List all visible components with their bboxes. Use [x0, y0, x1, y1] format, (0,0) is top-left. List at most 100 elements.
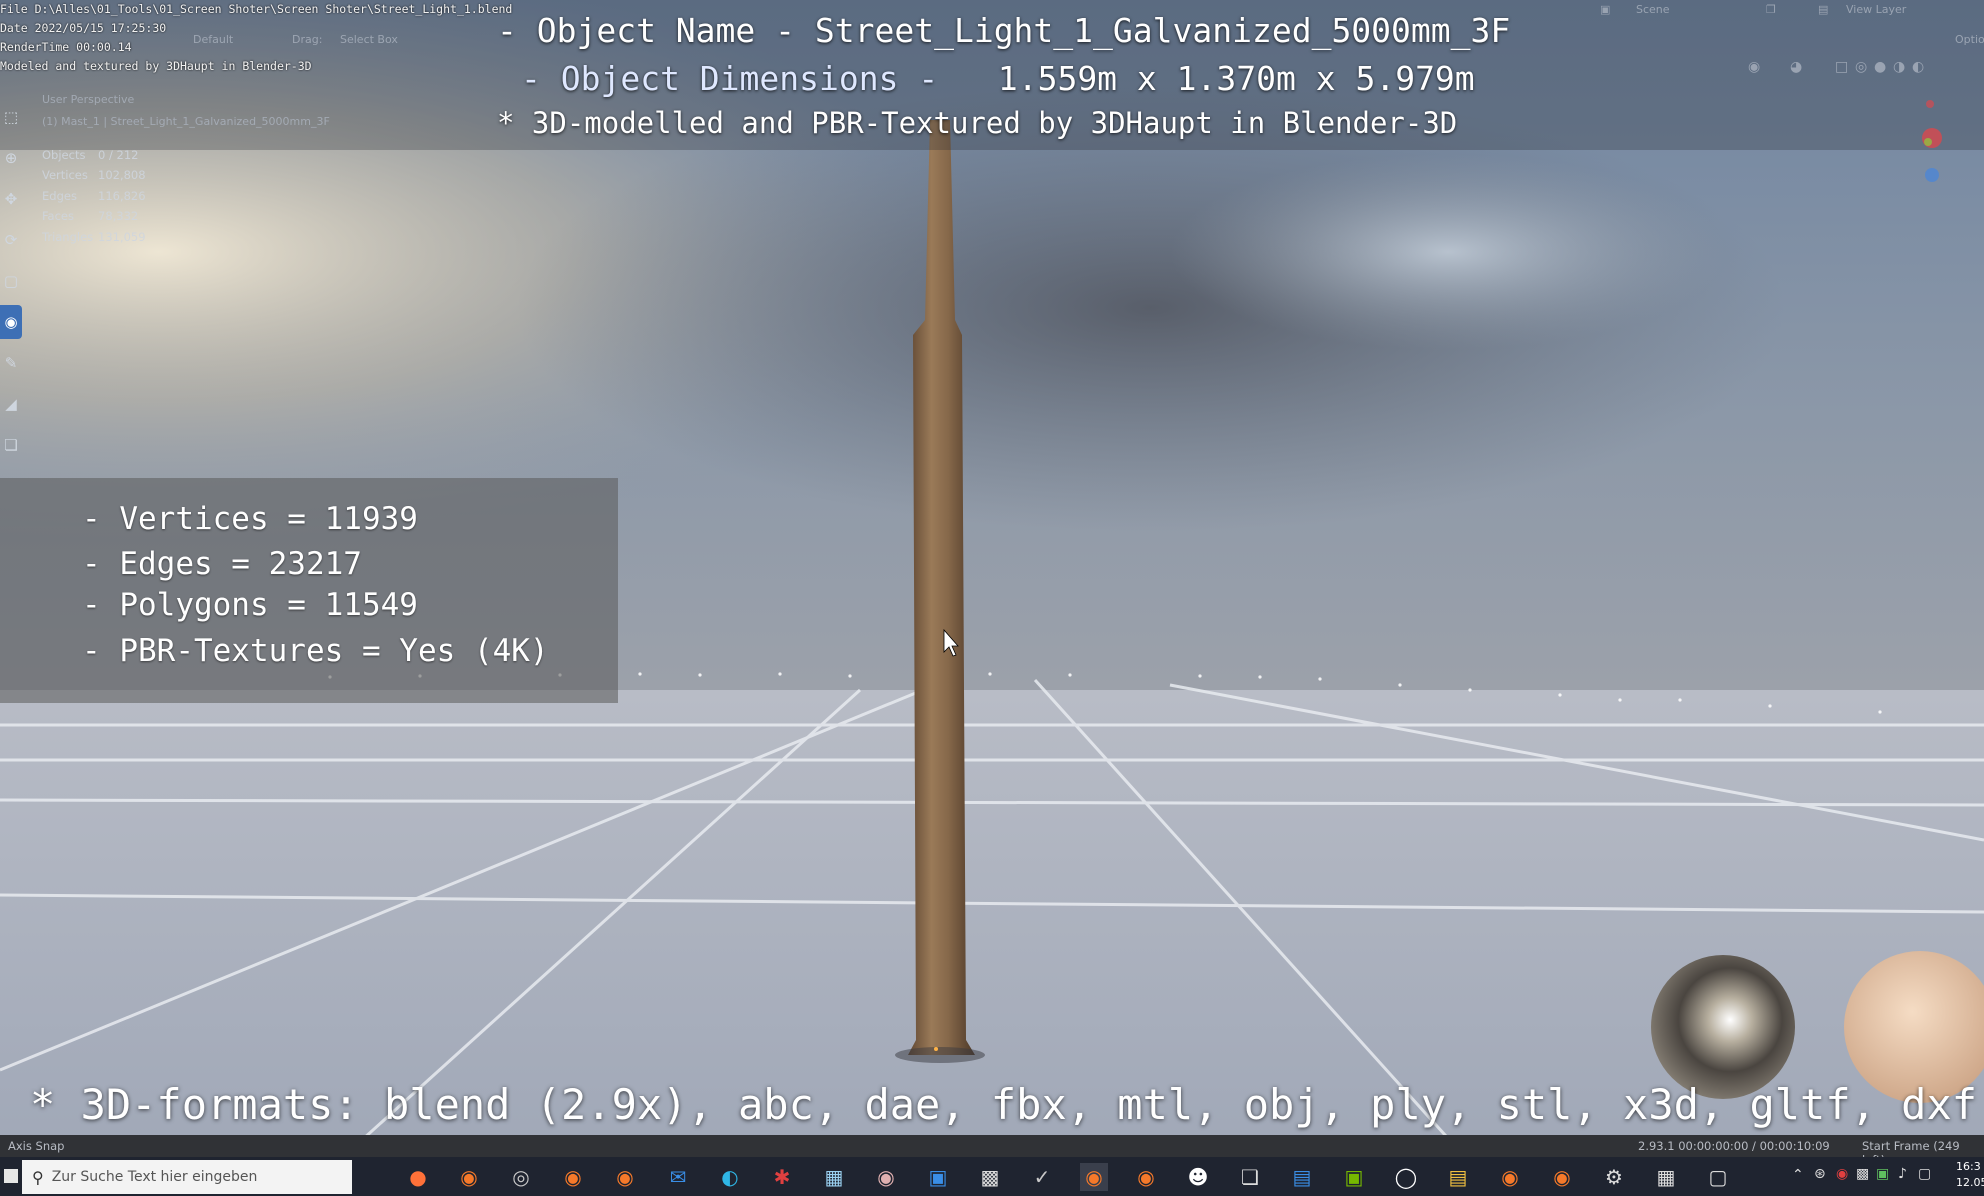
blender-icon[interactable]: ◉ — [611, 1163, 639, 1191]
search-icon: ⚲ — [32, 1167, 44, 1187]
left-toolbar: ⬚ ⊕ ✥ ⟳ ▢ ◉ ✎ ◢ ❏ — [0, 100, 22, 469]
blender-icon[interactable]: ◉ — [455, 1163, 483, 1191]
language-icon[interactable]: ▢ — [1918, 1166, 1931, 1182]
rendered-shading-icon[interactable]: ◐ — [1912, 59, 1924, 75]
clock-time[interactable]: 16:3 — [1956, 1160, 1981, 1173]
credit-info-line: Modeled and textured by 3DHaupt in Blend… — [0, 59, 312, 73]
date-line: Date 2022/05/15 17:25:30 — [0, 21, 167, 35]
axis-gizmo-z[interactable] — [1925, 168, 1939, 182]
app-icon[interactable]: ✓ — [1028, 1163, 1056, 1191]
stat-triangles: Triangles 131,059 — [42, 230, 146, 244]
blender-icon[interactable]: ◉ — [1548, 1163, 1576, 1191]
terminal-icon[interactable]: ▩ — [976, 1163, 1004, 1191]
obs-icon[interactable]: ◎ — [507, 1163, 535, 1191]
app-icon[interactable]: ▦ — [1652, 1163, 1680, 1191]
chevron-up-icon[interactable]: ⌃ — [1792, 1167, 1804, 1183]
drag-mode-dropdown[interactable]: Select Box — [340, 33, 398, 46]
measure-icon[interactable]: ◢ — [0, 387, 22, 421]
stat-value: 131,059 — [98, 230, 146, 244]
clock-date[interactable]: 12.05 — [1956, 1176, 1984, 1189]
add-cube-icon[interactable]: ❏ — [0, 428, 22, 462]
collection-line: (1) Mast_1 | Street_Light_1_Galvanized_5… — [42, 115, 330, 128]
rendertime-line: RenderTime 00:00.14 — [0, 40, 132, 54]
folder-icon[interactable]: ▤ — [1444, 1163, 1472, 1191]
stat-value: 0 / 212 — [98, 148, 139, 162]
status-left: Axis Snap — [8, 1139, 65, 1153]
cube-icon[interactable]: ❏ — [1236, 1163, 1264, 1191]
app-icon[interactable]: ▦ — [820, 1163, 848, 1191]
xray-icon[interactable]: □ — [1835, 59, 1848, 75]
move-icon[interactable]: ✥ — [0, 182, 22, 216]
mail-icon[interactable]: ✉ — [664, 1163, 692, 1191]
orientation-dropdown[interactable]: Default — [193, 33, 233, 46]
cursor-icon[interactable]: ⊕ — [0, 141, 22, 175]
edge-icon[interactable]: ◐ — [716, 1163, 744, 1191]
solid-shading-icon[interactable]: ● — [1874, 59, 1886, 75]
file-path-line: File D:\Alles\01_Tools\01_Screen Shoter\… — [0, 2, 513, 16]
formats-line: * 3D-formats: blend (2.9x), abc, dae, fb… — [30, 1080, 1978, 1129]
view-layer-selector[interactable]: View Layer — [1846, 3, 1906, 16]
windows-taskbar: ⚲ Zur Suche Text hier eingeben ● ◉ ◎ ◉ ◉… — [0, 1157, 1984, 1196]
app-icon[interactable]: ▣ — [924, 1163, 952, 1191]
taskbar-search-box[interactable]: ⚲ Zur Suche Text hier eingeben — [22, 1160, 352, 1194]
tray-app-icon[interactable]: ▣ — [1876, 1166, 1889, 1182]
nvidia-icon[interactable]: ▣ — [1340, 1163, 1368, 1191]
status-bar: Axis Snap 2.93.1 00:00:00:00 / 00:00:10:… — [0, 1135, 1984, 1167]
scene-selector[interactable]: Scene — [1636, 3, 1670, 16]
battery-icon[interactable]: ▩ — [1856, 1166, 1869, 1182]
modelled-by-line: * 3D-modelled and PBR-Textured by 3DHaup… — [497, 106, 1458, 140]
app-icon[interactable]: ✱ — [768, 1163, 796, 1191]
dimensions-label: - Object Dimensions - — [521, 59, 939, 98]
stat-value: 102,808 — [98, 168, 146, 182]
stat-label: Faces — [42, 209, 74, 223]
gizmo-toggle-icon[interactable]: ◕ — [1790, 59, 1802, 75]
blender-icon[interactable]: ◉ — [559, 1163, 587, 1191]
stat-value: 116,826 — [98, 189, 146, 203]
copy-icon[interactable]: ❐ — [1766, 3, 1776, 16]
stat-value: 78,332 — [98, 209, 139, 223]
transform-icon[interactable]: ◉ — [0, 305, 22, 339]
stat-label: Edges — [42, 189, 77, 203]
mesh-stat-polygons: - Polygons = 11549 — [82, 587, 418, 623]
material-shading-icon[interactable]: ◑ — [1893, 59, 1905, 75]
view-layer-icon[interactable]: ▤ — [1818, 3, 1828, 16]
speaker-icon[interactable]: ♪ — [1898, 1166, 1907, 1182]
stat-label: Objects — [42, 148, 86, 162]
start-icon[interactable] — [4, 1169, 18, 1183]
drag-label: Drag: — [292, 33, 323, 46]
search-placeholder: Zur Suche Text hier eingeben — [51, 1169, 258, 1185]
overlay-toggle-icon[interactable]: ◉ — [1748, 59, 1760, 75]
select-box-icon[interactable]: ⬚ — [0, 100, 22, 134]
stat-vertices: Vertices 102,808 — [42, 168, 146, 182]
blender-icon[interactable]: ◉ — [1496, 1163, 1524, 1191]
firefox-icon[interactable]: ● — [404, 1163, 432, 1191]
scene-icon[interactable]: ▣ — [1600, 3, 1610, 16]
app-icon[interactable]: ▢ — [1704, 1163, 1732, 1191]
wireframe-shading-icon[interactable]: ◎ — [1855, 59, 1867, 75]
rotate-icon[interactable]: ⟳ — [0, 223, 22, 257]
network-icon[interactable]: ⊛ — [1814, 1166, 1826, 1182]
stat-objects: Objects 0 / 212 — [42, 148, 138, 162]
perspective-label: User Perspective — [42, 93, 135, 106]
dimensions-value: 1.559m x 1.370m x 5.979m — [997, 59, 1475, 98]
settings-icon[interactable]: ⚙ — [1600, 1163, 1628, 1191]
calendar-icon[interactable]: ▤ — [1288, 1163, 1316, 1191]
blender-icon-active[interactable]: ◉ — [1080, 1163, 1108, 1191]
stat-label: Triangles — [42, 230, 94, 244]
panda-icon[interactable]: ☻ — [1184, 1163, 1212, 1191]
app-icon[interactable]: ◉ — [872, 1163, 900, 1191]
app-icon[interactable]: ◯ — [1392, 1163, 1420, 1191]
security-icon[interactable]: ◉ — [1836, 1166, 1848, 1182]
object-name-line: - Object Name - Street_Light_1_Galvanize… — [497, 11, 1511, 50]
mesh-stat-edges: - Edges = 23217 — [82, 546, 362, 582]
status-version-time: 2.93.1 00:00:00:00 / 00:00:10:09 — [1638, 1139, 1830, 1153]
blender-icon[interactable]: ◉ — [1132, 1163, 1160, 1191]
axis-gizmo-x-negative[interactable] — [1926, 100, 1934, 108]
options-menu[interactable]: Options — [1955, 33, 1984, 46]
axis-gizmo-y[interactable] — [1924, 138, 1932, 146]
annotate-icon[interactable]: ✎ — [0, 346, 22, 380]
mesh-stat-vertices: - Vertices = 11939 — [82, 501, 418, 537]
stat-faces: Faces 78,332 — [42, 209, 138, 223]
scale-icon[interactable]: ▢ — [0, 264, 22, 298]
stat-edges: Edges 116,826 — [42, 189, 146, 203]
